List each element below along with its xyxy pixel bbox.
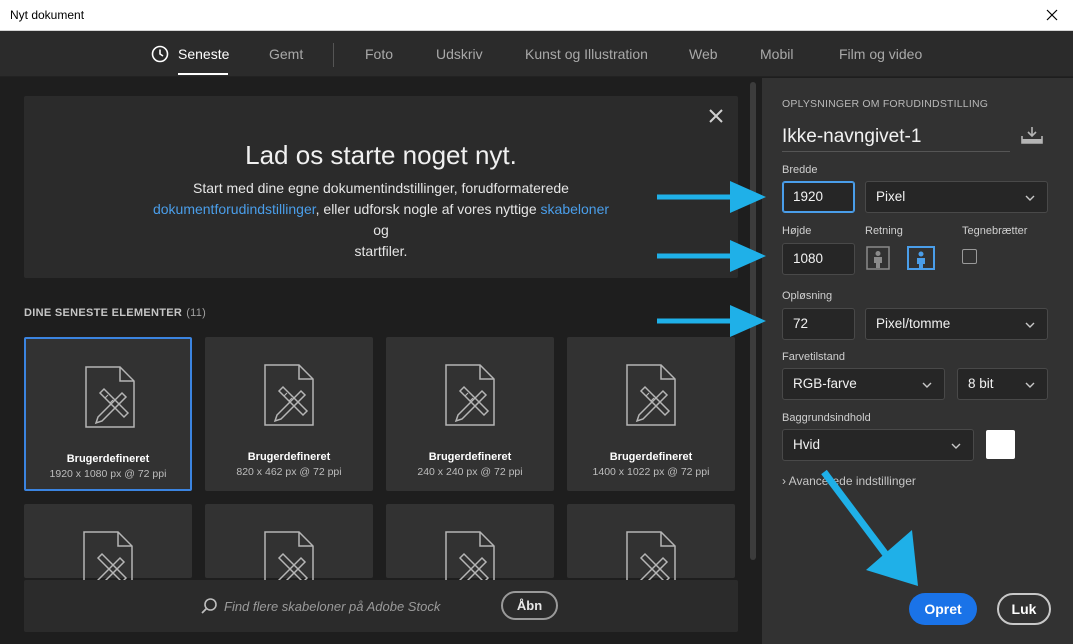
presets-link[interactable]: dokumentforudindstillinger — [153, 201, 316, 217]
recent-item-name: Brugerdefineret — [609, 451, 693, 463]
tab-foto[interactable]: Foto — [365, 46, 393, 62]
preset-details-heading: OPLYSNINGER OM FORUDINDSTILLING — [782, 98, 989, 110]
recent-item-card[interactable]: Brugerdefineret 240 x 240 px @ 72 ppi — [386, 337, 554, 491]
templates-link[interactable]: skabeloner — [541, 201, 610, 217]
save-preset-icon[interactable] — [1021, 126, 1043, 144]
color-mode-select[interactable]: RGB-farve — [782, 368, 945, 400]
stock-search-bar: Find flere skabeloner på Adobe Stock Åbn — [24, 580, 738, 632]
welcome-heading: Lad os starte noget nyt. — [245, 140, 517, 170]
color-mode-label: Farvetilstand — [782, 351, 845, 363]
stock-search-input[interactable]: Find flere skabeloner på Adobe Stock — [224, 599, 440, 614]
recent-item-size: 1400 x 1022 px @ 72 ppi — [592, 466, 710, 478]
preset-details-panel: OPLYSNINGER OM FORUDINDSTILLING Ikke-nav… — [762, 78, 1073, 644]
background-color-swatch[interactable] — [986, 430, 1015, 459]
document-icon — [626, 364, 676, 426]
tab-kunst[interactable]: Kunst og Illustration — [525, 46, 648, 62]
recent-item-card[interactable] — [205, 504, 373, 593]
chevron-down-icon — [951, 443, 961, 449]
title-bar: Nyt dokument — [0, 0, 1073, 31]
recent-item-card[interactable] — [24, 504, 192, 593]
recent-item-card[interactable]: Brugerdefineret 1920 x 1080 px @ 72 ppi — [24, 337, 192, 491]
active-tab-indicator — [178, 73, 228, 75]
recent-item-card[interactable] — [386, 504, 554, 593]
width-label: Bredde — [782, 164, 818, 176]
window-title: Nyt dokument — [10, 8, 85, 22]
artboards-label: Tegnebrætter — [962, 225, 1028, 237]
welcome-text: Start med dine egne dokumentindstillinge… — [152, 180, 610, 259]
search-icon — [201, 598, 217, 614]
clock-icon — [151, 45, 169, 63]
scrollbar[interactable] — [750, 82, 756, 560]
close-banner-icon[interactable] — [708, 108, 724, 124]
tab-film[interactable]: Film og video — [839, 46, 922, 62]
width-input[interactable]: 1920 — [782, 181, 855, 213]
bit-depth-select[interactable]: 8 bit — [957, 368, 1048, 400]
resolution-unit-select[interactable]: Pixel/tomme — [865, 308, 1048, 340]
recent-item-name: Brugerdefineret — [66, 453, 150, 465]
recent-items-count: (11) — [186, 307, 207, 319]
orientation-label: Retning — [865, 225, 903, 237]
recent-item-size: 240 x 240 px @ 72 ppi — [417, 466, 523, 478]
landscape-orientation-icon[interactable] — [907, 246, 935, 270]
recent-item-card[interactable]: Brugerdefineret 820 x 462 px @ 72 ppi — [205, 337, 373, 491]
close-icon[interactable] — [1041, 4, 1063, 26]
welcome-banner: Lad os starte noget nyt. Start med dine … — [24, 96, 738, 278]
tab-gemt[interactable]: Gemt — [269, 46, 303, 62]
recent-item-size: 820 x 462 px @ 72 ppi — [236, 466, 342, 478]
height-input[interactable]: 1080 — [782, 243, 855, 275]
document-name-input[interactable]: Ikke-navngivet-1 — [782, 126, 1010, 152]
close-button[interactable]: Luk — [997, 593, 1051, 625]
width-unit-select[interactable]: Pixel — [865, 181, 1048, 213]
resolution-label: Opløsning — [782, 290, 833, 302]
advanced-settings-toggle[interactable]: › Avancerede indstillinger — [782, 474, 916, 488]
tab-udskriv[interactable]: Udskriv — [436, 46, 483, 62]
preset-tabs: Seneste Gemt Foto Udskriv Kunst og Illus… — [0, 31, 1073, 77]
chevron-right-icon: › — [782, 474, 786, 488]
recent-items-heading: DINE SENESTE ELEMENTER (11) — [24, 307, 207, 319]
document-icon — [445, 364, 495, 426]
recent-item-name: Brugerdefineret — [428, 451, 512, 463]
open-button[interactable]: Åbn — [501, 591, 558, 620]
chevron-down-icon — [922, 382, 932, 388]
tab-web[interactable]: Web — [689, 46, 718, 62]
tab-divider — [333, 43, 334, 67]
document-icon — [264, 364, 314, 426]
background-label: Baggrundsindhold — [782, 412, 871, 424]
recent-item-card[interactable] — [567, 504, 735, 593]
height-label: Højde — [782, 225, 812, 237]
create-button[interactable]: Opret — [909, 593, 977, 625]
chevron-down-icon — [1025, 382, 1035, 388]
artboards-checkbox[interactable] — [962, 249, 977, 264]
tab-seneste[interactable]: Seneste — [178, 46, 229, 62]
tab-mobil[interactable]: Mobil — [760, 46, 793, 62]
recent-item-size: 1920 x 1080 px @ 72 ppi — [49, 468, 167, 480]
chevron-down-icon — [1025, 322, 1035, 328]
chevron-down-icon — [1025, 195, 1035, 201]
resolution-input[interactable]: 72 — [782, 308, 855, 340]
document-icon — [85, 366, 135, 428]
portrait-orientation-icon[interactable] — [866, 246, 890, 270]
recent-item-name: Brugerdefineret — [247, 451, 331, 463]
recent-item-card[interactable]: Brugerdefineret 1400 x 1022 px @ 72 ppi — [567, 337, 735, 491]
background-select[interactable]: Hvid — [782, 429, 974, 461]
